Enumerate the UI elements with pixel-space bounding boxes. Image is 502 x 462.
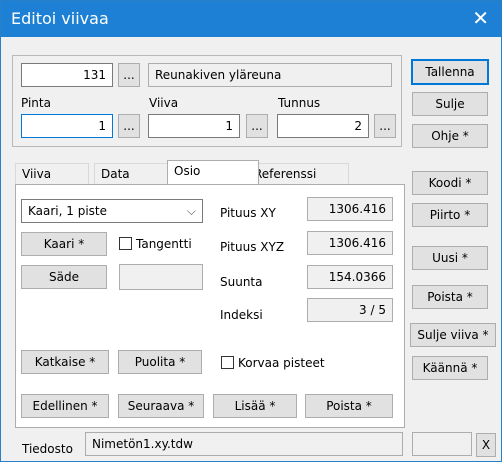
- tab-data[interactable]: Data: [94, 163, 168, 184]
- pituus-xyz-label: Pituus XYZ: [220, 240, 285, 254]
- title-bar: Editoi viivaa ✕: [1, 1, 501, 37]
- window-title: Editoi viivaa: [11, 9, 109, 28]
- tunnus-label: Tunnus: [278, 96, 321, 110]
- dialog-window: Editoi viivaa ✕ 131 ... Reunakiven yläre…: [0, 0, 502, 462]
- tab-viiva[interactable]: Viiva: [15, 163, 89, 184]
- tiedosto-label: Tiedosto: [22, 442, 73, 456]
- file-field: Nimetön1.xy.tdw: [85, 432, 403, 456]
- line-number-field[interactable]: 131: [21, 63, 113, 87]
- chevron-down-icon: ⌵: [186, 204, 196, 218]
- next-button[interactable]: Seuraava *: [118, 394, 204, 418]
- tangentti-label: Tangentti: [136, 237, 192, 251]
- curve-type-dropdown[interactable]: Kaari, 1 piste ⌵: [21, 199, 203, 223]
- draw-button[interactable]: Piirto *: [412, 203, 488, 227]
- pinta-browse-button[interactable]: ...: [118, 114, 140, 138]
- code-button[interactable]: Koodi *: [412, 171, 488, 195]
- help-button[interactable]: Ohje *: [412, 124, 488, 148]
- viiva-field[interactable]: 1: [148, 114, 240, 138]
- indeksi-label: Indeksi: [220, 308, 263, 322]
- pituus-xy-label: Pituus XY: [220, 206, 276, 220]
- pituus-xy-value: 1306.416: [307, 197, 393, 221]
- reverse-button[interactable]: Käännä *: [412, 356, 488, 380]
- tunnus-field[interactable]: 2: [277, 114, 369, 138]
- sade-button[interactable]: Säde: [21, 265, 107, 289]
- puolita-button[interactable]: Puolita *: [118, 350, 202, 374]
- tangentti-checkbox[interactable]: [119, 237, 132, 250]
- tab-osio[interactable]: Osio: [167, 160, 259, 184]
- tunnus-browse-button[interactable]: ...: [374, 114, 396, 138]
- tab-referenssi[interactable]: Referenssi: [247, 163, 349, 184]
- previous-button[interactable]: Edellinen *: [21, 394, 109, 418]
- korvaa-label: Korvaa pisteet: [238, 356, 325, 370]
- viiva-browse-button[interactable]: ...: [246, 114, 268, 138]
- close-line-button[interactable]: Sulje viiva *: [410, 323, 496, 347]
- pinta-field[interactable]: 1: [21, 114, 113, 138]
- viiva-label: Viiva: [149, 96, 179, 110]
- footer-status-field: [412, 432, 472, 456]
- sade-field: [119, 264, 203, 290]
- pinta-label: Pinta: [21, 96, 51, 110]
- delete-point-button[interactable]: Poista *: [305, 394, 393, 418]
- suunta-value: 154.0366: [307, 265, 393, 289]
- pituus-xyz-value: 1306.416: [307, 231, 393, 255]
- curve-type-value: Kaari, 1 piste: [28, 204, 108, 218]
- close-button[interactable]: Sulje: [412, 92, 488, 116]
- add-button[interactable]: Lisää *: [213, 394, 297, 418]
- description-field: Reunakiven yläreuna: [148, 63, 392, 87]
- delete-line-button[interactable]: Poista *: [412, 285, 488, 309]
- save-button[interactable]: Tallenna: [411, 59, 489, 85]
- suunta-label: Suunta: [220, 275, 263, 289]
- katkaise-button[interactable]: Katkaise *: [21, 350, 109, 374]
- close-icon[interactable]: ✕: [472, 6, 489, 30]
- indeksi-value: 3 / 5: [307, 298, 393, 322]
- number-browse-button[interactable]: ...: [118, 63, 140, 87]
- kaari-button[interactable]: Kaari *: [21, 232, 107, 256]
- footer-close-button[interactable]: X: [476, 433, 496, 457]
- tab-strip: Viiva Data Osio Referenssi: [15, 160, 403, 185]
- new-button[interactable]: Uusi *: [412, 246, 488, 270]
- korvaa-checkbox[interactable]: [221, 356, 234, 369]
